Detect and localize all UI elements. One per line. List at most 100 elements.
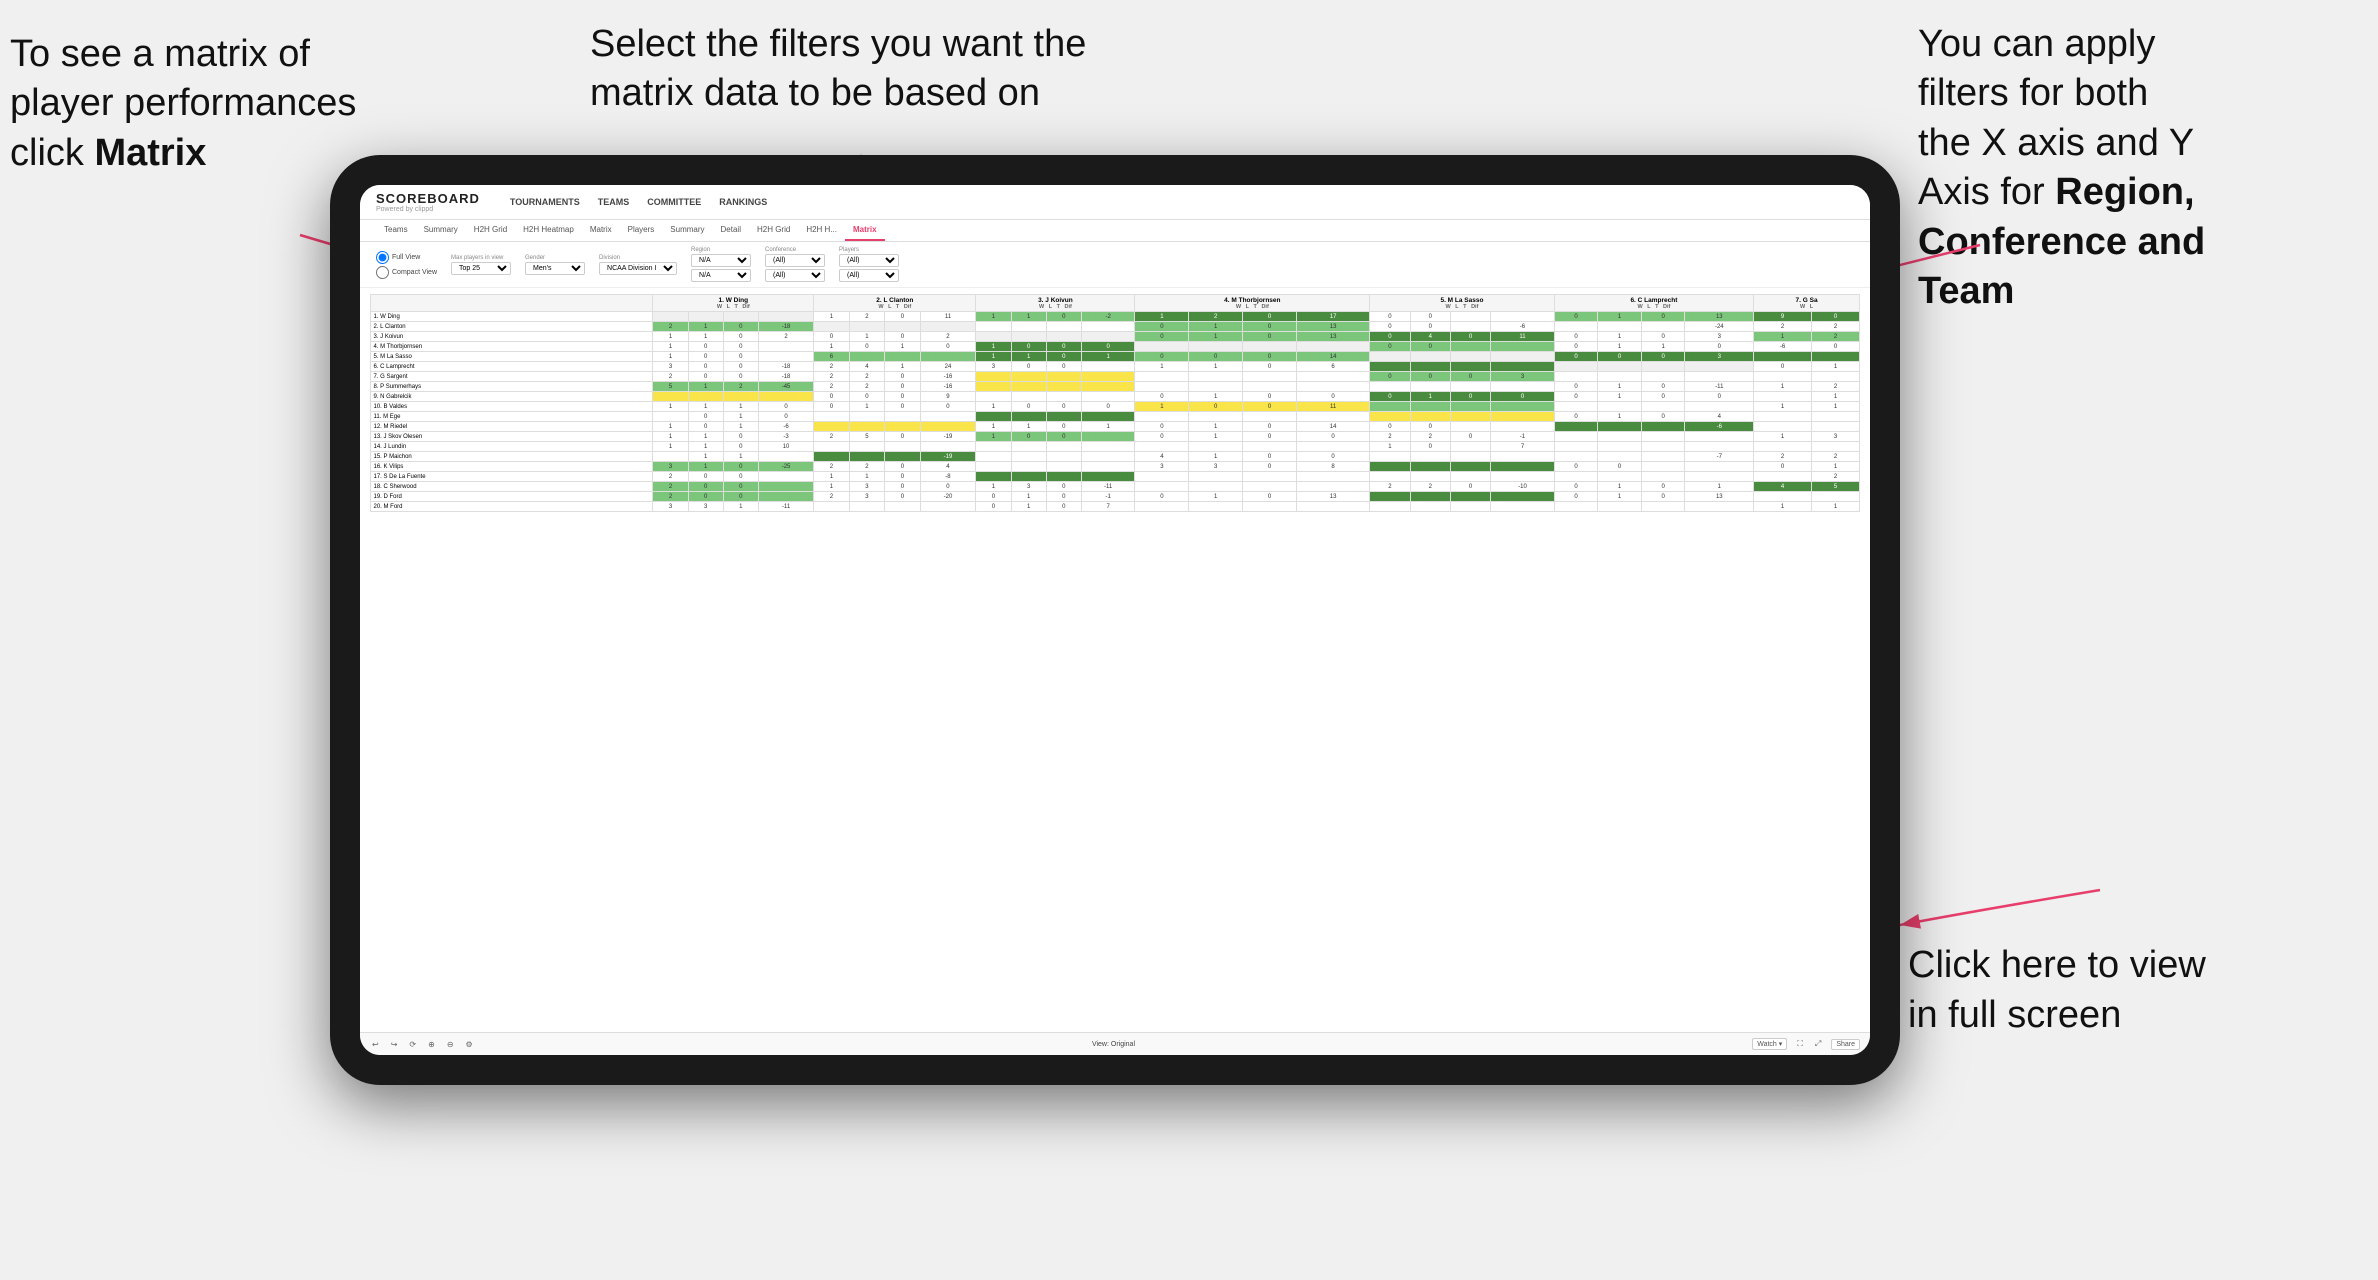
annotation-topright: You can apply filters for both the X axi…: [1918, 20, 2318, 316]
filter-max-players: Max players in view Top 25: [451, 255, 511, 275]
row-name: 11. M Ege: [371, 412, 653, 422]
filter-gender-select[interactable]: Men's: [525, 262, 585, 275]
row-name: 3. J Koivun: [371, 332, 653, 342]
filter-row: Full View Compact View Max players in vi…: [360, 242, 1870, 288]
nav-item-rankings[interactable]: RANKINGS: [719, 195, 767, 209]
view-original-label: View: Original: [1092, 1041, 1135, 1048]
nav-item-tournaments[interactable]: TOURNAMENTS: [510, 195, 580, 209]
zoom-out-icon[interactable]: ⊖: [445, 1038, 456, 1051]
row-name: 17. S De La Fuente: [371, 472, 653, 482]
radio-full-view-input[interactable]: [376, 251, 389, 264]
watch-button[interactable]: Watch ▾: [1752, 1038, 1787, 1050]
row-name: 1. W Ding: [371, 312, 653, 322]
sub-tab-teams[interactable]: Teams: [376, 220, 416, 241]
table-row: 14. J Lundin 11010 107: [371, 442, 1860, 452]
table-row: 11. M Ege 010 0104: [371, 412, 1860, 422]
matrix-area[interactable]: 1. W Ding W L T Dif 2. L Clanton W L T D…: [360, 288, 1870, 1032]
filter-players-select2[interactable]: (All): [839, 269, 899, 282]
row-name: 10. B Valdes: [371, 402, 653, 412]
filter-conference-select2[interactable]: (All): [765, 269, 825, 282]
filter-players-select1[interactable]: (All): [839, 254, 899, 267]
radio-compact-view[interactable]: Compact View: [376, 266, 437, 279]
filter-region-label: Region: [691, 247, 751, 253]
annotation-bottomright-line2: in full screen: [1908, 994, 2121, 1036]
tablet: SCOREBOARD Powered by clippd TOURNAMENTS…: [330, 155, 1900, 1085]
table-row: 20. M Ford 331-11 0107 11: [371, 502, 1860, 512]
row-name: 5. M La Sasso: [371, 352, 653, 362]
table-row: 8. P Summerhays 512-45 220-16 010-11 12: [371, 382, 1860, 392]
sub-tab-matrix[interactable]: Matrix: [582, 220, 620, 241]
table-row: 12. M Riedel 101-6 1101 01014 00 -6: [371, 422, 1860, 432]
annotation-topleft-line3-plain: click: [10, 132, 94, 174]
settings-icon[interactable]: ⚙: [464, 1038, 475, 1051]
annotation-bottomright: Click here to view in full screen: [1908, 941, 2278, 1040]
table-row: 10. B Valdes 1110 0100 1000 10011 11: [371, 402, 1860, 412]
filter-division-select[interactable]: NCAA Division I: [599, 262, 677, 275]
sub-tab-h2h-grid[interactable]: H2H Grid: [466, 220, 515, 241]
table-row: 15. P Maichon 11 -19 4100 -7 22: [371, 452, 1860, 462]
nav-bar: SCOREBOARD Powered by clippd TOURNAMENTS…: [360, 185, 1870, 220]
logo-sub: Powered by clippd: [376, 206, 480, 213]
nav-item-committee[interactable]: COMMITTEE: [647, 195, 701, 209]
row-name: 8. P Summerhays: [371, 382, 653, 392]
sub-tab-h2h-grid2[interactable]: H2H Grid: [749, 220, 798, 241]
filter-region-select2[interactable]: N/A: [691, 269, 751, 282]
row-name: 9. N Gabrelcik: [371, 392, 653, 402]
filter-gender: Gender Men's: [525, 255, 585, 275]
logo-text: SCOREBOARD: [376, 191, 480, 206]
annotation-topright-line3: the X axis and Y: [1918, 122, 2194, 164]
expand-icon[interactable]: ⛶: [1795, 1037, 1805, 1051]
table-row: 4. M Thorbjornsen 100 1010 1000 00 0110 …: [371, 342, 1860, 352]
sub-tab-detail[interactable]: Detail: [713, 220, 749, 241]
annotation-topright-line6-bold: Team: [1918, 270, 2014, 312]
col-header-6: 6. C Lamprecht W L T Dif: [1554, 295, 1753, 312]
filter-division-label: Division: [599, 255, 677, 261]
zoom-in-icon[interactable]: ⊕: [426, 1038, 437, 1051]
table-row: 5. M La Sasso 100 6 1101 00014 0003: [371, 352, 1860, 362]
filter-max-players-label: Max players in view: [451, 255, 511, 261]
annotation-topright-line4-plain: Axis for: [1918, 171, 2055, 213]
sub-tab-h2h-heatmap[interactable]: H2H Heatmap: [515, 220, 582, 241]
radio-full-view[interactable]: Full View: [376, 251, 437, 264]
fullscreen-icon[interactable]: ⤢: [1813, 1037, 1823, 1051]
undo-icon[interactable]: ↩: [370, 1038, 381, 1051]
table-row: 13. J Skov Olesen 110-3 250-19 100 0100 …: [371, 432, 1860, 442]
radio-compact-view-input[interactable]: [376, 266, 389, 279]
row-name: 15. P Maichon: [371, 452, 653, 462]
redo-icon[interactable]: ↪: [389, 1038, 400, 1051]
table-row: 3. J Koivun 1102 0102 01013 04011 0103 1…: [371, 332, 1860, 342]
toolbar-right: Watch ▾ ⛶ ⤢ Share: [1752, 1037, 1860, 1051]
toolbar-center: View: Original: [1092, 1041, 1135, 1048]
filter-region-select[interactable]: N/A: [691, 254, 751, 267]
col-header-4: 4. M Thorbjornsen W L T Dif: [1135, 295, 1370, 312]
col-header-5: 5. M La Sasso W L T Dif: [1370, 295, 1555, 312]
sub-tab-players[interactable]: Players: [620, 220, 663, 241]
table-row: 19. D Ford 200 230-20 010-1 01013 01013: [371, 492, 1860, 502]
col-header-2: 2. L Clanton W L T Dif: [814, 295, 976, 312]
nav-item-teams[interactable]: TEAMS: [598, 195, 630, 209]
annotation-topright-line4-bold: Region,: [2055, 171, 2194, 213]
row-name: 6. C Lamprecht: [371, 362, 653, 372]
row-name: 7. G Sargent: [371, 372, 653, 382]
filter-conference: Conference (All) (All): [765, 247, 825, 282]
annotation-bottomright-line1: Click here to view: [1908, 944, 2206, 986]
refresh-icon[interactable]: ⟳: [407, 1038, 418, 1051]
sub-tab-matrix2[interactable]: Matrix: [845, 220, 885, 241]
sub-tab-summary2[interactable]: Summary: [662, 220, 712, 241]
annotation-topright-line1: You can apply: [1918, 23, 2155, 65]
row-name: 16. K Vilips: [371, 462, 653, 472]
row-name: 13. J Skov Olesen: [371, 432, 653, 442]
view-options: Full View Compact View: [376, 251, 437, 279]
filter-conference-select1[interactable]: (All): [765, 254, 825, 267]
filter-max-players-select[interactable]: Top 25: [451, 262, 511, 275]
filter-division: Division NCAA Division I: [599, 255, 677, 275]
radio-full-view-label: Full View: [392, 254, 420, 261]
sub-tab-summary[interactable]: Summary: [416, 220, 466, 241]
annotation-topright-line2: filters for both: [1918, 72, 2148, 114]
annotation-topleft-line1: To see a matrix of: [10, 33, 310, 75]
row-name: 20. M Ford: [371, 502, 653, 512]
share-button[interactable]: Share: [1831, 1039, 1860, 1050]
sub-tab-h2h-h[interactable]: H2H H...: [798, 220, 845, 241]
matrix-table: 1. W Ding W L T Dif 2. L Clanton W L T D…: [370, 294, 1860, 512]
radio-compact-view-label: Compact View: [392, 269, 437, 276]
